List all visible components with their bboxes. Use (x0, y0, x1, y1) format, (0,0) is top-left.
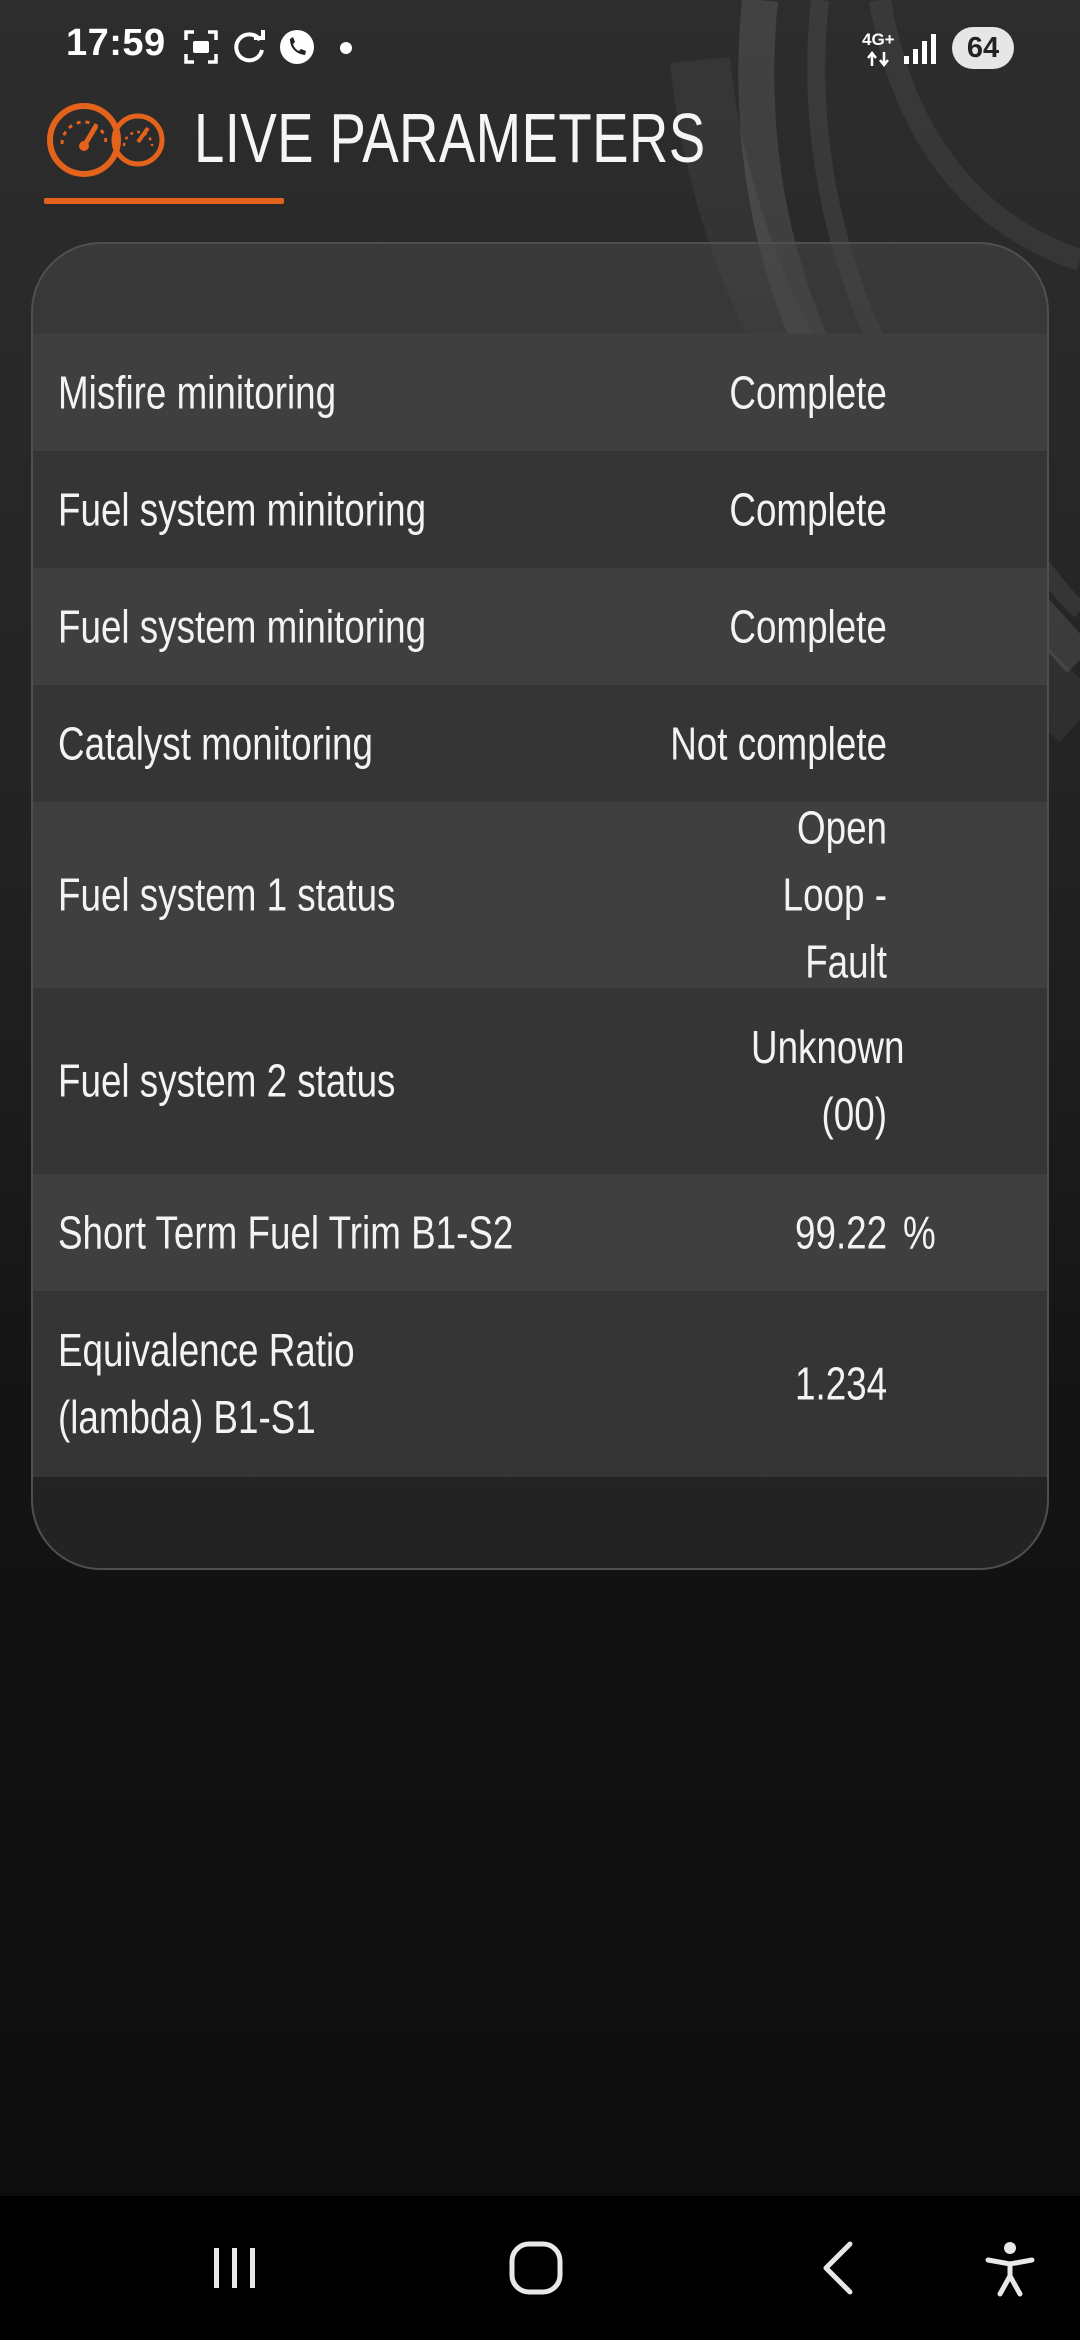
parameter-value: Complete (729, 483, 888, 535)
table-row[interactable]: Fuel system minitoring Complete (33, 451, 1047, 568)
accessibility-icon (985, 2242, 1035, 2297)
parameter-label: Misfire minitoring (58, 366, 337, 418)
status-time: 17:59 (66, 22, 166, 64)
parameter-value: Complete (729, 600, 888, 652)
parameter-label: Fuel system 2 status (58, 1054, 396, 1107)
parameter-label: Fuel system minitoring (58, 483, 427, 535)
back-icon (823, 2241, 853, 2295)
sync-icon (230, 28, 268, 66)
parameters-table: Misfire minitoring Complete Fuel system … (33, 334, 1047, 1477)
parameter-label: Fuel system 1 status (58, 868, 396, 921)
screenshot-icon (182, 28, 220, 66)
table-row[interactable]: Fuel system minitoring Complete (33, 568, 1047, 685)
table-row[interactable]: Fuel system 1 status Open Loop - Fault (33, 802, 1047, 988)
parameter-value: Open Loop - Fault (782, 801, 887, 988)
table-row[interactable]: Misfire minitoring Complete (33, 334, 1047, 451)
notification-dot (340, 42, 352, 54)
page-header: LIVE PARAMETERS (44, 96, 1044, 208)
navigation-bar (0, 2196, 1080, 2340)
back-button[interactable] (780, 2196, 900, 2340)
parameter-value: Complete (729, 366, 888, 418)
recents-icon (214, 2248, 255, 2288)
parameter-value: 1.234 (794, 1357, 887, 1410)
parameter-value: 99.22 (794, 1206, 887, 1258)
gauges-icon (44, 100, 168, 182)
home-button[interactable] (476, 2196, 596, 2340)
parameter-value: Unknown (00) (751, 1021, 905, 1140)
phone-call-icon (278, 28, 316, 66)
title-underline (44, 198, 284, 204)
parameter-label: Short Term Fuel Trim B1-S2 (58, 1206, 514, 1258)
accessibility-button[interactable] (950, 2196, 1070, 2340)
recents-button[interactable] (174, 2196, 294, 2340)
table-row[interactable]: Equivalence Ratio (lambda) B1-S1 1.234 (33, 1291, 1047, 1477)
signal-bars-icon (904, 34, 936, 64)
status-bar: 17:59 4G+ 64 (0, 0, 1080, 96)
data-arrows-icon (867, 50, 889, 68)
table-row[interactable]: Fuel system 2 status Unknown (00) (33, 988, 1047, 1174)
parameter-label: Fuel system minitoring (58, 600, 427, 652)
parameters-card: Misfire minitoring Complete Fuel system … (31, 242, 1049, 1570)
parameter-value: Not complete (670, 717, 887, 769)
network-type-label: 4G+ (862, 30, 895, 49)
parameter-label: Equivalence Ratio (lambda) B1-S1 (58, 1324, 355, 1443)
parameter-unit: % (903, 1206, 936, 1258)
page-title: LIVE PARAMETERS (194, 99, 706, 177)
table-row[interactable]: Catalyst monitoring Not complete (33, 685, 1047, 802)
parameter-label: Catalyst monitoring (58, 717, 373, 769)
home-icon (509, 2241, 563, 2295)
battery-indicator: 64 (952, 27, 1014, 69)
table-row[interactable]: Short Term Fuel Trim B1-S2 99.22 % (33, 1174, 1047, 1291)
